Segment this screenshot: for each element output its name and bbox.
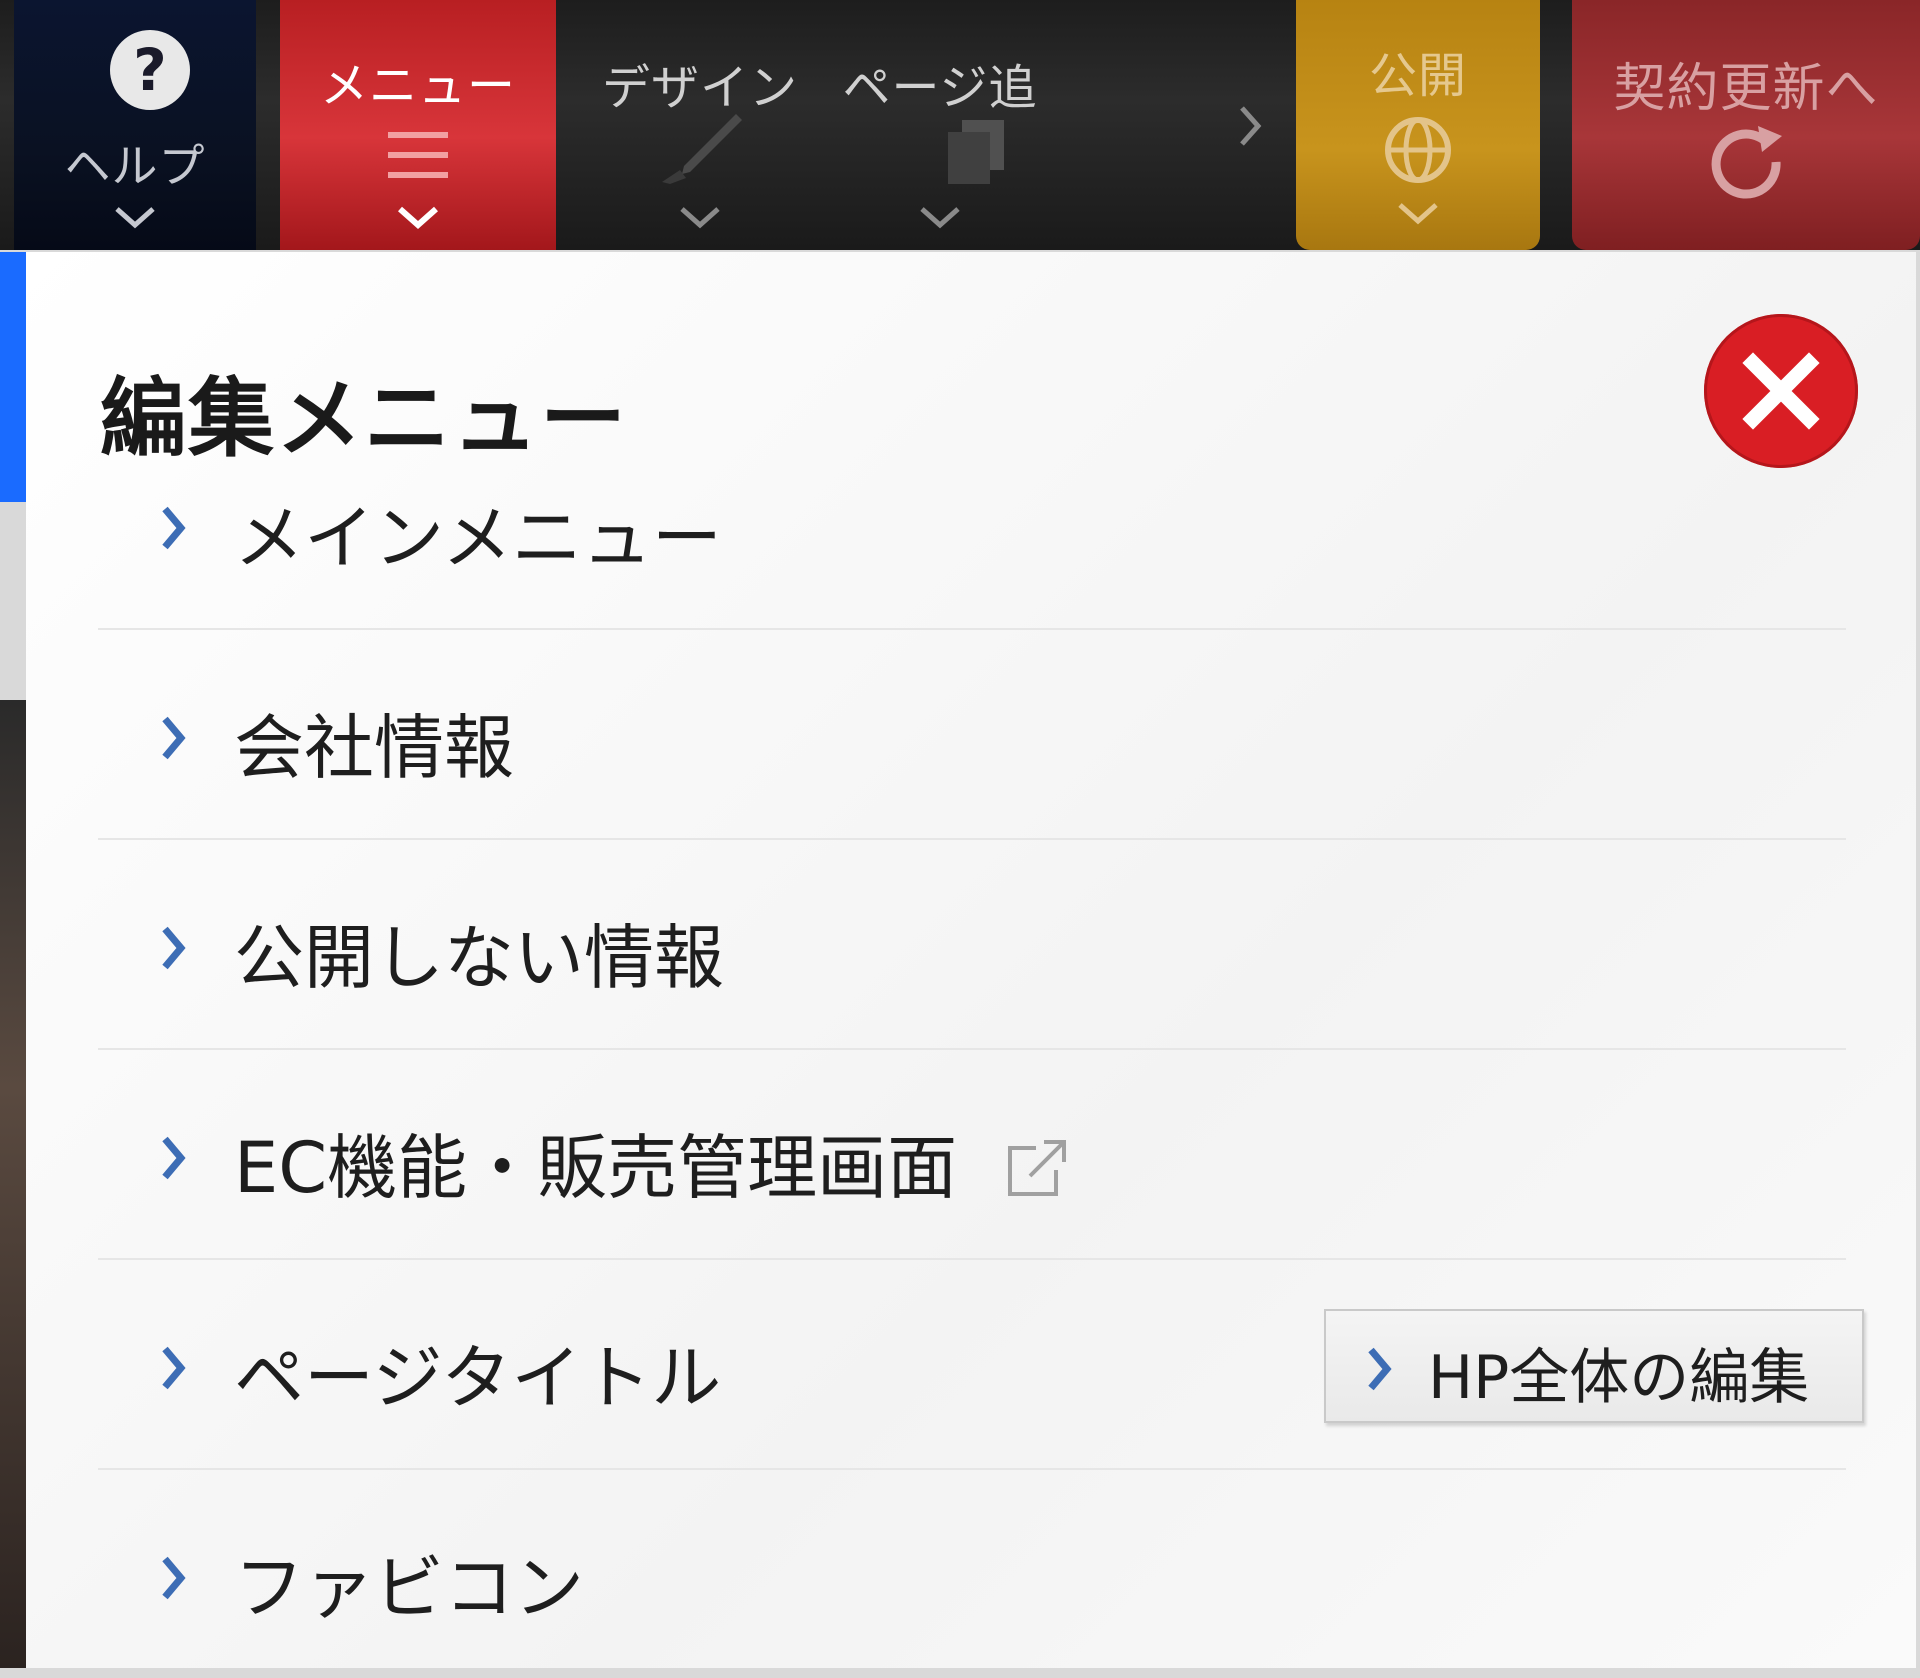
page-add-button[interactable]: ページ追	[840, 0, 1040, 250]
chevron-right-icon	[162, 1136, 186, 1180]
chevron-right-icon	[1240, 106, 1262, 146]
menu-item-ec-management[interactable]: EC機能・販売管理画面	[98, 1050, 1846, 1260]
external-link-icon	[1008, 1140, 1066, 1196]
chevron-right-icon	[162, 506, 186, 550]
chevron-down-icon	[1398, 203, 1438, 225]
chevron-down-icon	[115, 207, 155, 229]
chevron-down-icon	[398, 206, 438, 230]
menu-item-label: メインメニュー	[234, 497, 722, 579]
edit-menu-list: メインメニュー 会社情報 公開しない情報 EC機能・販売管理画面 ページタイトル…	[98, 420, 1864, 1678]
refresh-icon	[1711, 126, 1782, 199]
chevron-right-icon	[162, 1346, 186, 1390]
menu-item-label: EC機能・販売管理画面	[234, 1127, 958, 1209]
brush-icon	[662, 114, 742, 184]
chevron-down-icon	[920, 207, 960, 229]
page-add-label: ページ追	[842, 60, 1038, 116]
menu-item-favicon[interactable]: ファビコン	[98, 1470, 1846, 1678]
design-label: デザイン	[601, 60, 798, 116]
publish-label: 公開	[1368, 48, 1467, 104]
background-blue-strip	[0, 252, 26, 502]
top-toolbar: ? ヘルプ メニュー デザイン ページ追 公開 契約更新へ	[0, 0, 1920, 250]
menu-item-page-title[interactable]: ページタイトル HP全体の編集	[98, 1260, 1864, 1470]
renew-label: 契約更新へ	[1613, 59, 1879, 119]
menu-button[interactable]: メニュー	[280, 0, 556, 250]
pages-icon	[948, 120, 1004, 184]
toolbar-scroll-right[interactable]	[1230, 0, 1270, 250]
globe-icon	[1385, 117, 1451, 183]
menu-item-main-menu[interactable]: メインメニュー	[98, 420, 1846, 630]
menu-item-label: 会社情報	[234, 707, 514, 789]
menu-item-label: ページタイトル	[234, 1337, 722, 1419]
menu-item-label: ファビコン	[234, 1547, 584, 1629]
help-button[interactable]: ? ヘルプ	[14, 0, 256, 250]
edit-menu-panel: 編集メニュー メインメニュー 会社情報 公開しない情報 EC機能・販売管理画面 …	[26, 252, 1916, 1668]
design-button[interactable]: デザイン	[600, 0, 800, 250]
chevron-right-icon	[162, 716, 186, 760]
chevron-right-icon	[1368, 1347, 1392, 1391]
menu-item-company-info[interactable]: 会社情報	[98, 630, 1846, 840]
menu-label: メニュー	[319, 58, 516, 114]
menu-item-label: 公開しない情報	[234, 917, 724, 999]
renew-contract-button[interactable]: 契約更新へ	[1572, 0, 1920, 250]
chevron-right-icon	[162, 1556, 186, 1600]
publish-button[interactable]: 公開	[1296, 0, 1540, 250]
chevron-right-icon	[162, 926, 186, 970]
background-photo	[0, 700, 26, 1668]
hp-edit-label: HP全体の編集	[1428, 1343, 1810, 1413]
hamburger-icon	[388, 132, 448, 178]
hp-edit-button[interactable]: HP全体の編集	[1324, 1309, 1864, 1423]
help-label: ヘルプ	[64, 139, 206, 193]
question-circle-icon: ?	[110, 30, 190, 110]
chevron-down-icon	[680, 207, 720, 229]
menu-item-private-info[interactable]: 公開しない情報	[98, 840, 1846, 1050]
